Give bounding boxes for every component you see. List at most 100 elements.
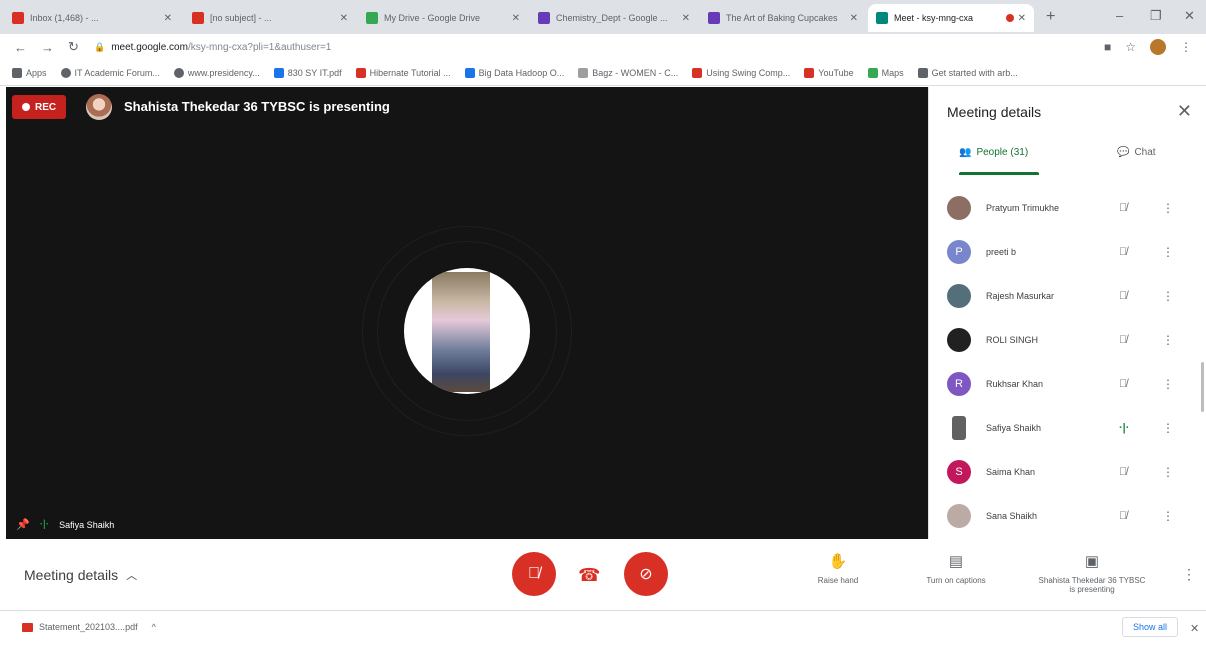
bookmark-item[interactable]: Big Data Hadoop O...	[464, 67, 565, 78]
minimize-icon[interactable]: –	[1116, 8, 1123, 23]
meeting-controls-bar: Meeting details ︿ 🎙̸ ☎ ⊘ ✋ Raise hand ▤ …	[0, 540, 1206, 610]
participant-avatar	[404, 268, 530, 394]
bookmark-apps[interactable]: Apps	[12, 67, 47, 78]
tab-drive[interactable]: My Drive - Google Drive ✕	[358, 4, 528, 32]
bookmark-label: Apps	[26, 67, 47, 78]
chat-icon: 💬	[1117, 147, 1130, 158]
close-icon[interactable]: ✕	[678, 13, 690, 24]
chevron-up-icon[interactable]: ^	[152, 622, 156, 632]
mic-off-icon[interactable]: 🎙̸	[1119, 510, 1127, 522]
lock-icon: 🔒	[94, 41, 106, 52]
bookmark-youtube[interactable]: YouTube	[804, 67, 854, 78]
new-tab-button[interactable]: +	[1046, 8, 1055, 26]
url-path: /ksy-mng-cxa?pli=1&authuser=1	[187, 41, 332, 53]
bookmark-item[interactable]: Get started with arb...	[917, 67, 1018, 78]
participant-name: Saima Khan	[986, 467, 1036, 477]
show-all-button[interactable]: Show all	[1122, 617, 1179, 637]
tab-chat[interactable]: 💬 Chat	[1117, 147, 1156, 158]
close-icon[interactable]: ✕	[160, 13, 172, 24]
audio-level-icon: ·|·	[39, 519, 50, 530]
captions-label: Turn on captions	[926, 576, 986, 585]
bookmark-maps[interactable]: Maps	[867, 67, 904, 78]
forward-icon[interactable]: →	[41, 40, 54, 55]
more-options-icon[interactable]: ⋮	[1162, 509, 1174, 523]
participant-row[interactable]: Sana Shaikh 🎙̸ ⋮	[929, 494, 1199, 538]
captions-button[interactable]: ▤ Turn on captions	[906, 552, 1006, 585]
participant-row[interactable]: Safiya Shaikh ·|· ⋮	[929, 406, 1199, 450]
more-options-icon[interactable]: ⋮	[1162, 201, 1174, 215]
phone-hangup-icon: ☎	[578, 565, 601, 585]
close-icon[interactable]: ✕	[1177, 101, 1192, 122]
close-icon[interactable]: ✕	[508, 13, 520, 24]
close-icon[interactable]: ✕	[1190, 622, 1199, 635]
mic-off-icon[interactable]: 🎙̸	[1119, 290, 1127, 302]
bookmark-item[interactable]: www.presidency...	[173, 67, 260, 78]
mic-toggle-button[interactable]: 🎙̸	[512, 552, 556, 596]
participant-avatar	[947, 196, 971, 220]
address-bar[interactable]: 🔒 meet.google.com /ksy-mng-cxa?pli=1&aut…	[94, 37, 1094, 57]
more-options-icon[interactable]: ⋮	[1162, 465, 1174, 479]
mic-off-icon[interactable]: 🎙̸	[1119, 334, 1127, 346]
mic-off-icon[interactable]: 🎙̸	[1119, 202, 1127, 214]
download-bar: Statement_202103....pdf ^ Show all ✕	[0, 610, 1206, 645]
close-icon[interactable]: ✕	[846, 13, 858, 24]
reload-icon[interactable]: ↻	[68, 39, 79, 55]
bookmark-item[interactable]: Bagz - WOMEN - C...	[578, 67, 678, 78]
tab-classroom-chemistry[interactable]: Chemistry_Dept - Google ... ✕	[530, 4, 698, 32]
download-item[interactable]: Statement_202103....pdf ^	[22, 622, 156, 632]
window-close-icon[interactable]: ✕	[1184, 8, 1195, 24]
site-icon	[692, 67, 703, 78]
gmail-icon	[12, 12, 24, 24]
more-options-icon[interactable]: ⋮	[1182, 566, 1196, 583]
star-icon[interactable]: ☆	[1125, 40, 1136, 54]
mic-off-icon[interactable]: 🎙̸	[1119, 378, 1127, 390]
tab-gmail-message[interactable]: [no subject] - ... ✕	[184, 4, 356, 32]
camera-indicator-icon[interactable]: ■	[1104, 40, 1111, 54]
meeting-details-button[interactable]: Meeting details ︿	[24, 567, 137, 583]
more-options-icon[interactable]: ⋮	[1162, 421, 1174, 435]
participant-name: Rukhsar Khan	[986, 379, 1044, 389]
camera-toggle-button[interactable]: ⊘	[624, 552, 668, 596]
tab-classroom-baking[interactable]: The Art of Baking Cupcakes ✕	[700, 4, 866, 32]
participant-avatar: S	[947, 460, 971, 484]
bookmark-item[interactable]: Using Swing Comp...	[692, 67, 790, 78]
tab-people[interactable]: 👥 People (31)	[959, 147, 1028, 158]
back-icon[interactable]: ←	[14, 40, 27, 55]
bookmark-item[interactable]: 830 SY IT.pdf	[273, 67, 342, 78]
tab-meet[interactable]: Meet - ksy-mng-cxa ✕	[868, 4, 1034, 32]
participant-photo	[432, 272, 490, 392]
close-icon[interactable]: ✕	[1014, 13, 1026, 24]
participant-row[interactable]: S Saima Khan 🎙̸ ⋮	[929, 450, 1199, 494]
raise-hand-button[interactable]: ✋ Raise hand	[806, 552, 870, 585]
close-icon[interactable]: ✕	[336, 13, 348, 24]
more-options-icon[interactable]: ⋮	[1162, 289, 1174, 303]
participant-row[interactable]: P preeti b 🎙̸ ⋮	[929, 230, 1199, 274]
participant-row[interactable]: Rajesh Masurkar 🎙̸ ⋮	[929, 274, 1199, 318]
bookmark-item[interactable]: Hibernate Tutorial ...	[355, 67, 451, 78]
pin-icon[interactable]: 📌	[16, 518, 30, 531]
more-options-icon[interactable]: ⋮	[1162, 245, 1174, 259]
mic-off-icon[interactable]: 🎙̸	[1119, 466, 1127, 478]
video-stage[interactable]: REC Shahista Thekedar 36 TYBSC is presen…	[6, 87, 928, 539]
tab-gmail-inbox[interactable]: Inbox (1,468) - ... ✕	[4, 4, 180, 32]
bookmark-item[interactable]: IT Academic Forum...	[60, 67, 160, 78]
scrollbar[interactable]	[1201, 362, 1204, 412]
more-options-icon[interactable]: ⋮	[1162, 333, 1174, 347]
participant-name: preeti b	[986, 247, 1017, 257]
mic-off-icon[interactable]: 🎙̸	[1119, 246, 1127, 258]
participant-row[interactable]: R Rukhsar Khan 🎙̸ ⋮	[929, 362, 1199, 406]
participant-row[interactable]: ROLI SINGH 🎙̸ ⋮	[929, 318, 1199, 362]
chevron-up-icon: ︿	[126, 570, 138, 582]
more-options-icon[interactable]: ⋮	[1162, 377, 1174, 391]
leave-call-button[interactable]: ☎	[578, 565, 600, 586]
maximize-icon[interactable]: ❐	[1150, 8, 1162, 24]
participant-row[interactable]: Pratyum Trimukhe 🎙̸ ⋮	[929, 186, 1199, 230]
profile-avatar[interactable]	[1150, 39, 1166, 55]
presenting-button[interactable]: ▣ Shahista Thekedar 36 TYBSC is presenti…	[1018, 552, 1166, 594]
participant-avatar	[952, 416, 966, 440]
people-icon: 👥	[959, 147, 972, 158]
drive-icon	[366, 12, 378, 24]
browser-menu-icon[interactable]: ⋮	[1180, 40, 1192, 54]
bookmark-label: Big Data Hadoop O...	[478, 67, 565, 78]
meeting-details-label: Meeting details	[24, 567, 119, 583]
